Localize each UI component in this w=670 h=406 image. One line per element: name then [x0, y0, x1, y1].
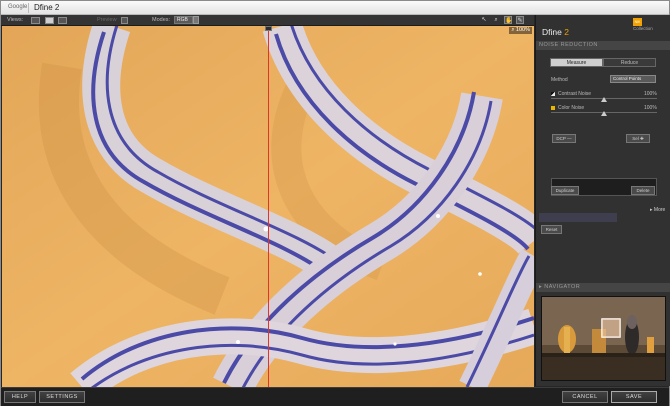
add-control-point-label: DCP: [556, 136, 566, 141]
preview-checkbox[interactable]: [121, 17, 128, 24]
delete-button[interactable]: Delete: [631, 186, 655, 195]
logo-text: Collection: [633, 26, 653, 31]
noise-reduction-header[interactable]: NOISE REDUCTION: [536, 41, 670, 50]
cancel-button[interactable]: CANCEL: [562, 391, 608, 403]
navigator-preview[interactable]: [541, 296, 666, 381]
navigator-thumbnail: [542, 297, 665, 380]
tab-reduce[interactable]: Reduce: [603, 58, 656, 67]
method-select[interactable]: Control Points: [610, 75, 656, 83]
chevron-down-icon[interactable]: [193, 16, 199, 24]
split-handle[interactable]: [265, 26, 272, 31]
modes-label: Modes:: [152, 17, 171, 23]
save-button[interactable]: SAVE: [611, 391, 657, 403]
settings-button[interactable]: SETTINGS: [39, 391, 85, 403]
select-control-point-button[interactable]: Sel ✚: [626, 134, 650, 143]
browser-brand: Google: [8, 4, 28, 10]
title-separator: [28, 3, 29, 13]
product-version: 2: [564, 27, 569, 37]
logo-mark: NIK: [633, 18, 642, 26]
control-panel: NIK Collection Dfine 2 NOISE REDUCTION M…: [535, 15, 670, 386]
single-view-icon[interactable]: [31, 17, 40, 24]
product-title: Dfine: [542, 27, 562, 37]
zoom-value: 100%: [515, 27, 530, 33]
preview-label: Preview: [97, 17, 117, 23]
navigator-label: NAVIGATOR: [544, 284, 581, 290]
zoom-level: ⌕ 100%: [509, 27, 532, 34]
select-control-point-label: Sel: [632, 136, 639, 141]
measure-reduce-tabs: Measure Reduce: [550, 58, 656, 67]
navigator-header[interactable]: ▸ NAVIGATOR: [536, 283, 670, 292]
more-label: More: [653, 207, 666, 213]
bottom-bar: HELP SETTINGS CANCEL SAVE: [1, 387, 669, 406]
eyedropper-tool-icon[interactable]: ✎: [516, 16, 524, 24]
window-title: Dfine 2: [34, 3, 60, 12]
app-window: Google Dfine 2 Views: Preview Modes: RGB…: [0, 0, 670, 406]
color-noise-icon: [551, 106, 555, 110]
contrast-noise-thumb[interactable]: [601, 97, 607, 102]
reset-button[interactable]: Reset: [541, 225, 562, 234]
more-toggle[interactable]: ▸ More: [650, 207, 665, 213]
pointer-tool-icon[interactable]: ↖: [480, 16, 488, 24]
product-name: Dfine 2: [542, 27, 569, 37]
contrast-noise-label: Contrast Noise: [558, 91, 592, 97]
zoom-tool-icon[interactable]: ⌕: [492, 16, 500, 24]
side-by-side-view-icon[interactable]: [58, 17, 67, 24]
views-label: Views:: [7, 17, 24, 23]
mode-select[interactable]: RGB: [174, 16, 193, 24]
color-noise-value: 100%: [644, 105, 657, 111]
help-button[interactable]: HELP: [4, 391, 36, 403]
method-label: Method: [551, 77, 568, 83]
add-control-point-button[interactable]: DCP —: [552, 134, 576, 143]
color-noise-label: Color Noise: [558, 105, 585, 111]
split-preview-line[interactable]: [268, 26, 269, 387]
hand-tool-icon[interactable]: ✋: [504, 16, 512, 24]
contrast-noise-value: 100%: [644, 91, 657, 97]
title-bar: Google Dfine 2: [1, 1, 669, 15]
split-view-icon[interactable]: [45, 17, 54, 24]
duplicate-button[interactable]: Duplicate: [551, 186, 579, 195]
tab-measure[interactable]: Measure: [550, 58, 603, 67]
contrast-noise-icon: [551, 92, 555, 96]
top-toolbar: Views: Preview Modes: RGB ↖ ⌕ ✋ ✎: [1, 15, 534, 26]
selection-highlight: [539, 213, 617, 222]
nik-logo: NIK Collection: [633, 18, 661, 31]
image-canvas[interactable]: ⌕ 100%: [2, 26, 534, 387]
color-noise-thumb[interactable]: [601, 111, 607, 116]
